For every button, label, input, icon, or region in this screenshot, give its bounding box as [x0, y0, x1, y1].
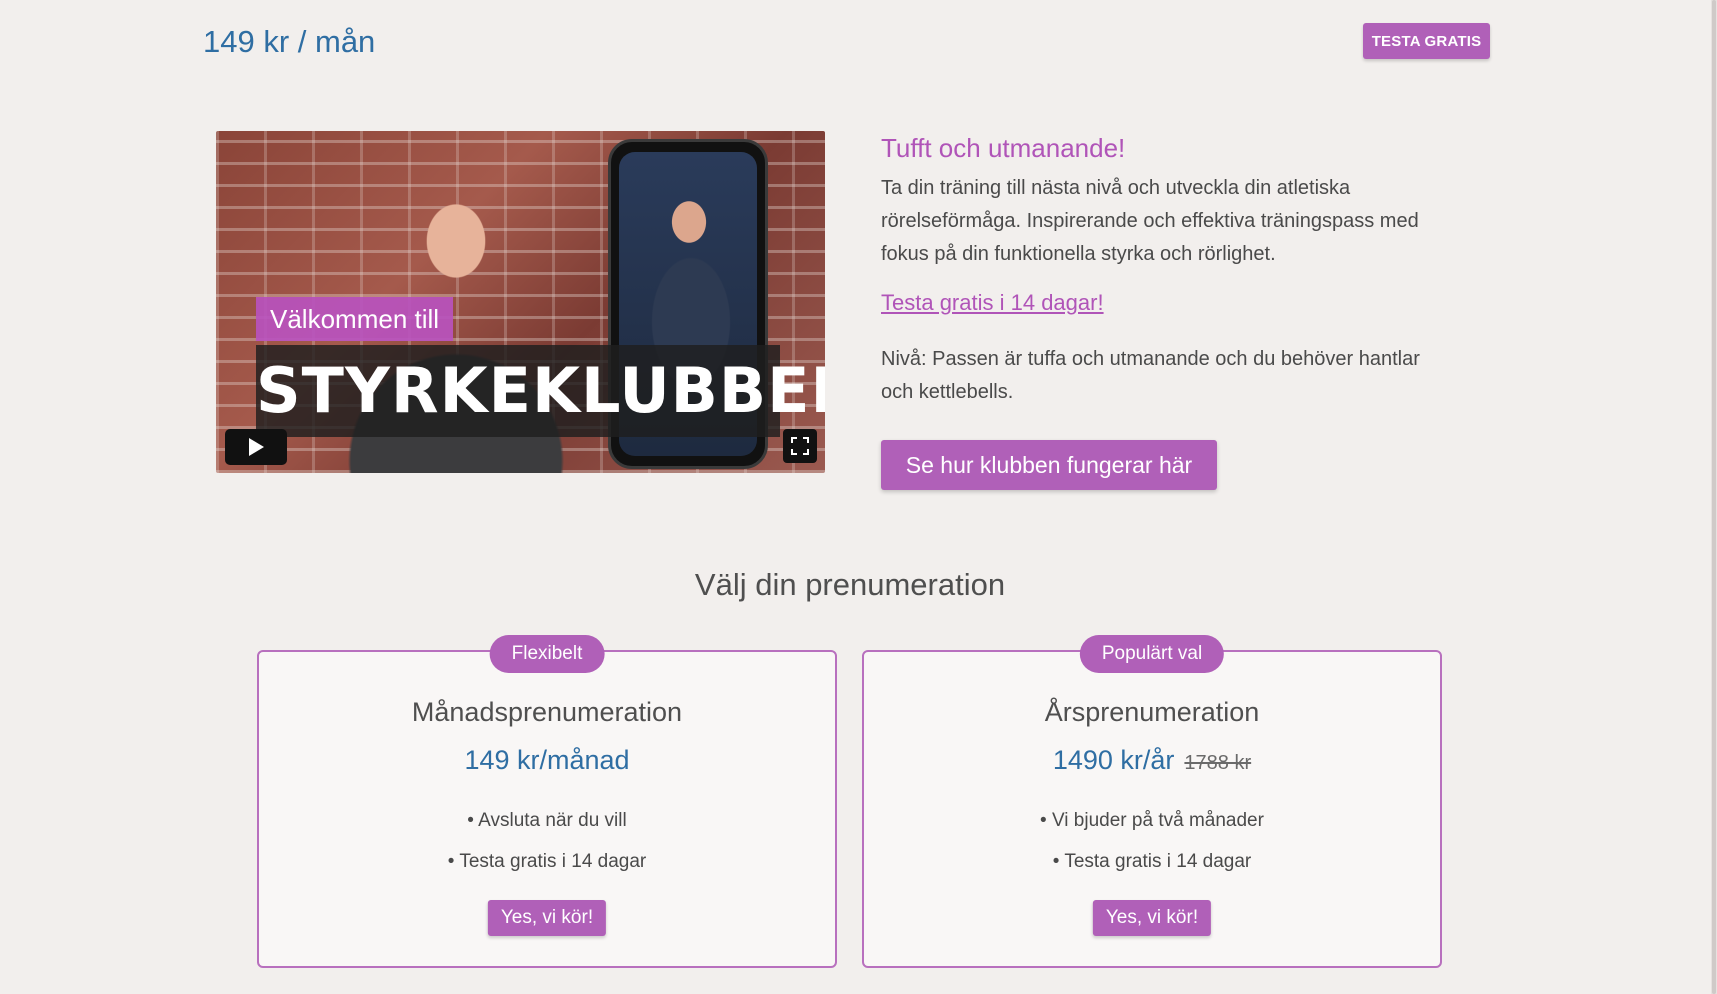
video-brand-title: STYRKEKLUBBEN — [256, 354, 825, 427]
select-yearly-button[interactable]: Yes, vi kör! — [1092, 900, 1212, 936]
play-icon — [249, 438, 264, 456]
plan-badge: Flexibelt — [489, 635, 605, 673]
plan-feature: • Testa gratis i 14 dagar — [1052, 851, 1252, 872]
plan-name: Årsprenumeration — [1044, 697, 1260, 727]
plan-old-price: 1788 kr — [1184, 752, 1252, 774]
plan-badge: Populärt val — [1079, 635, 1225, 673]
level-text: Nivå: Passen är tuffa och utmanande och … — [881, 348, 1420, 403]
trial-link[interactable]: Testa gratis i 14 dagar! — [881, 290, 1104, 316]
plan-price-row: 1490 kr/år 1788 kr — [864, 745, 1440, 776]
video-player[interactable]: Välkommen till STYRKEKLUBBEN — [216, 131, 825, 473]
plan-price: 1490 kr/år — [1052, 745, 1175, 775]
play-button[interactable] — [225, 429, 287, 465]
select-monthly-button[interactable]: Yes, vi kör! — [487, 900, 607, 936]
video-welcome-banner: Välkommen till — [256, 297, 454, 341]
plan-name: Månadsprenumeration — [411, 697, 683, 727]
how-it-works-button[interactable]: Se hur klubben fungerar här — [881, 440, 1217, 490]
subscription-section-title: Välj din prenumeration — [694, 567, 1006, 602]
plan-feature: • Vi bjuder på två månader — [1040, 810, 1264, 831]
scrollbar-thumb[interactable] — [1712, 0, 1716, 994]
plan-features: • Avsluta när du vill • Testa gratis i 1… — [259, 800, 835, 882]
plan-feature: • Avsluta när du vill — [467, 810, 627, 831]
plan-price-row: 149 kr/månad — [259, 745, 835, 776]
try-free-button[interactable]: TESTA GRATIS — [1363, 23, 1490, 59]
fullscreen-button[interactable] — [783, 429, 817, 463]
fullscreen-icon — [791, 437, 809, 455]
header-price: 149 kr / mån — [203, 24, 376, 59]
plan-price: 149 kr/månad — [464, 745, 630, 775]
plan-feature: • Testa gratis i 14 dagar — [447, 851, 647, 872]
description-text: Ta din träning till nästa nivå och utvec… — [881, 177, 1419, 265]
plan-card-monthly: Flexibelt Månadsprenumeration 149 kr/mån… — [257, 635, 837, 968]
plan-card-yearly: Populärt val Årsprenumeration 1490 kr/år… — [862, 635, 1442, 968]
description-title: Tufft och utmanande! — [881, 133, 1126, 163]
plan-features: • Vi bjuder på två månader • Testa grati… — [864, 800, 1440, 882]
